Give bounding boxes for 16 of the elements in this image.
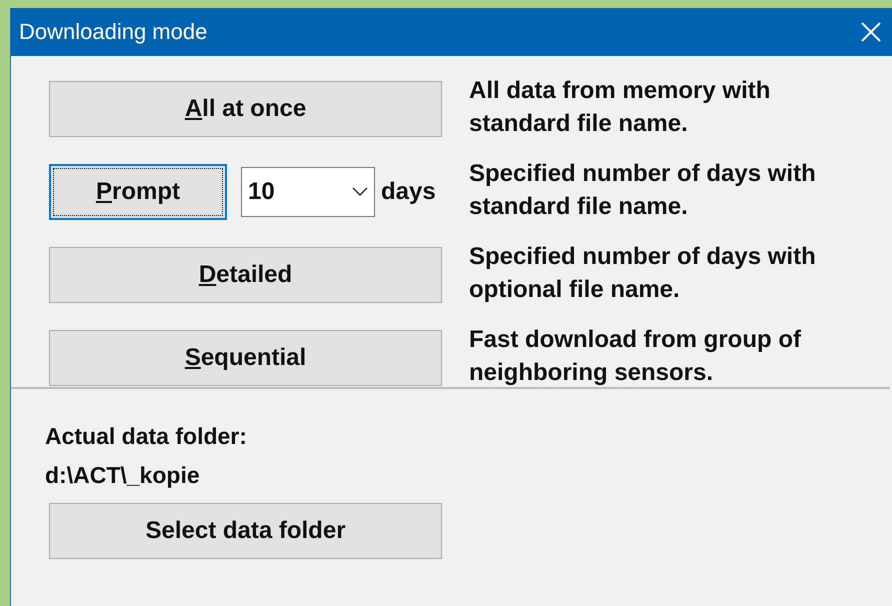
mode-description: All data from memory with standard file name. bbox=[469, 76, 772, 138]
prompt-button[interactable]: Prompt bbox=[49, 164, 227, 220]
mode-description: Fast download from group of neighboring sensors. bbox=[469, 324, 802, 388]
days-label: days bbox=[381, 178, 436, 206]
folder-path: d:\ACT\_kopie bbox=[45, 462, 200, 489]
mode-description: Specified number of days with optional file name. bbox=[469, 242, 817, 304]
caret-icon bbox=[352, 186, 368, 196]
folder-label: Actual data folder: bbox=[45, 423, 247, 450]
days-dropdown[interactable]: 10 bbox=[241, 166, 375, 216]
window-title: Downloading mode bbox=[19, 19, 208, 45]
mode-button[interactable]: All at once bbox=[49, 80, 442, 136]
mode-button[interactable]: Detailed bbox=[49, 246, 442, 302]
mode-description: Specified number of days with standard file name. bbox=[469, 158, 817, 222]
close-icon[interactable] bbox=[860, 21, 882, 43]
select-folder-button[interactable]: Select data folder bbox=[49, 503, 442, 559]
mode-button[interactable]: Sequential bbox=[49, 330, 442, 386]
